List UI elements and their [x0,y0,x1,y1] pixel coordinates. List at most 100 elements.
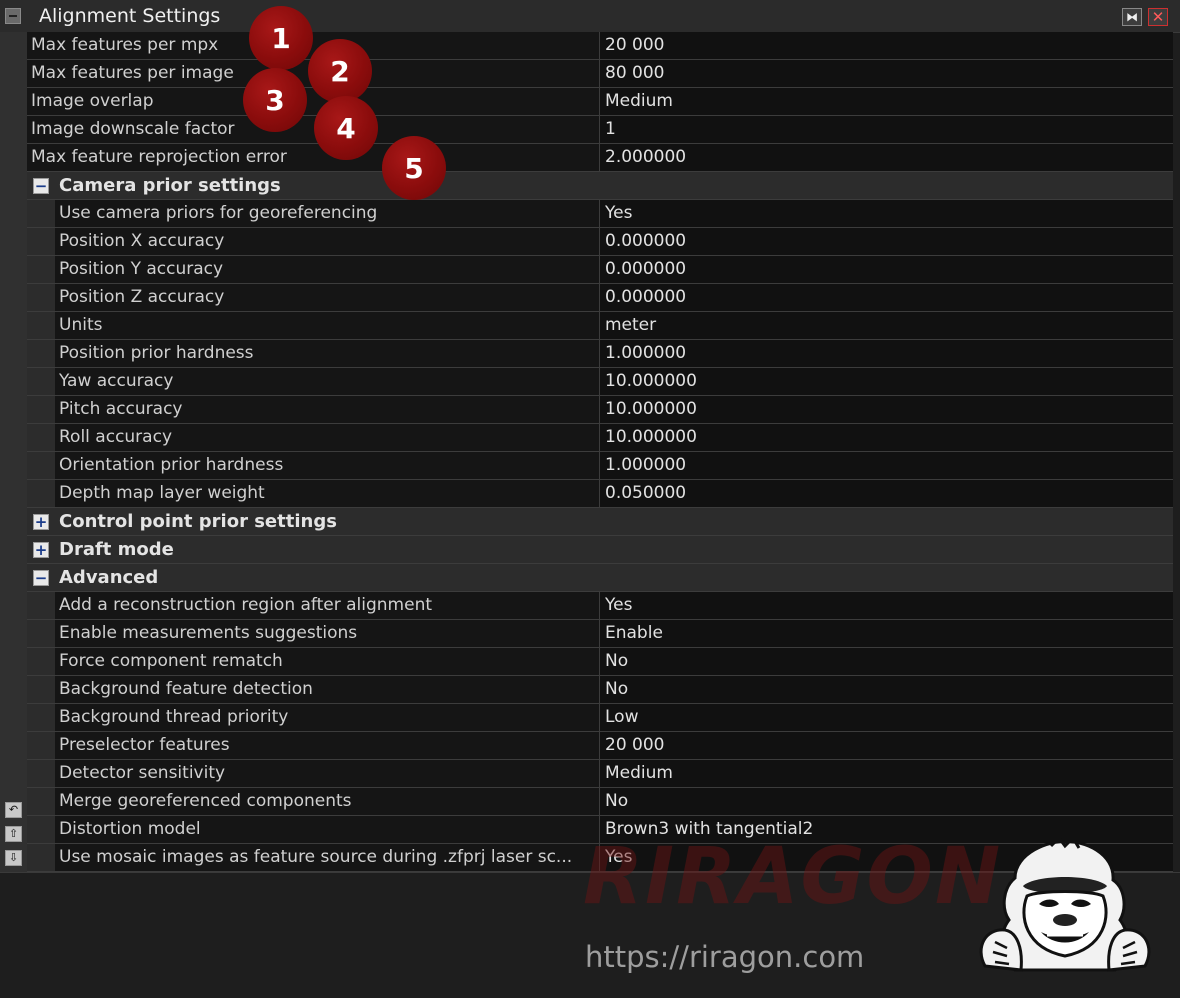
setting-value[interactable]: 1.000000 [599,340,1173,367]
setting-row[interactable]: Enable measurements suggestions Enable [27,620,1173,648]
setting-name: Orientation prior hardness [55,452,599,479]
setting-row[interactable]: Depth map layer weight 0.050000 [27,480,1173,508]
setting-row[interactable]: Roll accuracy 10.000000 [27,424,1173,452]
group-label: Control point prior settings [59,511,337,532]
move-up-icon[interactable]: ⇧ [5,826,22,842]
setting-name: Roll accuracy [55,424,599,451]
setting-row[interactable]: Position Y accuracy 0.000000 [27,256,1173,284]
annotation-badge-2: 2 [308,39,372,103]
setting-value[interactable]: 20 000 [599,32,1173,59]
setting-value[interactable]: 0.000000 [599,284,1173,311]
setting-name: Max feature reprojection error [27,144,599,171]
setting-value[interactable]: Medium [599,88,1173,115]
setting-name: Distortion model [55,816,599,843]
collapse-icon[interactable]: − [33,178,49,194]
setting-row[interactable]: Add a reconstruction region after alignm… [27,592,1173,620]
setting-value[interactable]: 10.000000 [599,368,1173,395]
setting-value[interactable]: 0.000000 [599,228,1173,255]
collapse-icon[interactable]: − [33,570,49,586]
setting-name: Units [55,312,599,339]
setting-name: Use mosaic images as feature source duri… [55,844,599,871]
setting-value[interactable]: Yes [599,200,1173,227]
pin-icon[interactable]: ⧓ [1122,8,1142,26]
setting-name: Position Y accuracy [55,256,599,283]
setting-row[interactable]: Background thread priority Low [27,704,1173,732]
setting-name: Image downscale factor [27,116,599,143]
setting-row[interactable]: Orientation prior hardness 1.000000 [27,452,1173,480]
group-camera-prior[interactable]: − Camera prior settings [27,172,1173,200]
group-label: Draft mode [59,539,174,560]
setting-name: Background feature detection [55,676,599,703]
setting-row[interactable]: Preselector features 20 000 [27,732,1173,760]
setting-name: Detector sensitivity [55,760,599,787]
group-control-point-prior[interactable]: + Control point prior settings [27,508,1173,536]
panel-collapse-button[interactable] [5,8,21,24]
panel-title: Alignment Settings [39,5,221,27]
setting-row[interactable]: Pitch accuracy 10.000000 [27,396,1173,424]
group-draft-mode[interactable]: + Draft mode [27,536,1173,564]
group-label: Camera prior settings [59,175,281,196]
setting-name: Position prior hardness [55,340,599,367]
expand-icon[interactable]: + [33,542,49,558]
setting-name: Image overlap [27,88,599,115]
setting-value[interactable]: meter [599,312,1173,339]
setting-value[interactable]: 80 000 [599,60,1173,87]
setting-name: Add a reconstruction region after alignm… [55,592,599,619]
annotation-badge-5: 5 [382,136,446,200]
side-toolbar: ↶ ⇧ ⇩ [0,32,27,872]
close-icon[interactable]: ✕ [1148,8,1168,26]
setting-row[interactable]: Yaw accuracy 10.000000 [27,368,1173,396]
setting-value[interactable]: 2.000000 [599,144,1173,171]
setting-name: Enable measurements suggestions [55,620,599,647]
setting-name: Yaw accuracy [55,368,599,395]
setting-row[interactable]: Units meter [27,312,1173,340]
setting-row[interactable]: Image downscale factor 1 [27,116,1173,144]
setting-row[interactable]: Force component rematch No [27,648,1173,676]
setting-row[interactable]: Position Z accuracy 0.000000 [27,284,1173,312]
setting-name: Use camera priors for georeferencing [55,200,599,227]
setting-value[interactable]: No [599,788,1173,815]
setting-name: Background thread priority [55,704,599,731]
setting-row[interactable]: Merge georeferenced components No [27,788,1173,816]
annotation-badge-4: 4 [314,96,378,160]
setting-name: Position X accuracy [55,228,599,255]
setting-value[interactable]: No [599,648,1173,675]
settings-grid: Max features per mpx 20 000 Max features… [27,32,1173,872]
setting-name: Position Z accuracy [55,284,599,311]
setting-row[interactable]: Detector sensitivity Medium [27,760,1173,788]
setting-row[interactable]: Max features per image 80 000 [27,60,1173,88]
move-down-icon[interactable]: ⇩ [5,850,22,866]
annotation-badge-3: 3 [243,68,307,132]
undo-icon[interactable]: ↶ [5,802,22,818]
setting-value[interactable]: 1 [599,116,1173,143]
setting-value[interactable]: Enable [599,620,1173,647]
setting-value[interactable]: Medium [599,760,1173,787]
setting-row[interactable]: Max features per mpx 20 000 [27,32,1173,60]
setting-row[interactable]: Position prior hardness 1.000000 [27,340,1173,368]
setting-row[interactable]: Position X accuracy 0.000000 [27,228,1173,256]
setting-value[interactable]: 10.000000 [599,424,1173,451]
setting-name: Force component rematch [55,648,599,675]
setting-value[interactable]: Yes [599,592,1173,619]
group-label: Advanced [59,567,159,588]
setting-name: Merge georeferenced components [55,788,599,815]
gorilla-mascot-icon [979,838,1151,972]
website-url: https://riragon.com [585,940,865,974]
group-advanced[interactable]: − Advanced [27,564,1173,592]
setting-value[interactable]: No [599,676,1173,703]
title-bar: Alignment Settings ⧓ ✕ [0,0,1180,33]
setting-value[interactable]: Low [599,704,1173,731]
setting-value[interactable]: 0.050000 [599,480,1173,507]
setting-row[interactable]: Max feature reprojection error 2.000000 [27,144,1173,172]
setting-name: Pitch accuracy [55,396,599,423]
setting-value[interactable]: 20 000 [599,732,1173,759]
setting-name: Depth map layer weight [55,480,599,507]
setting-value[interactable]: 10.000000 [599,396,1173,423]
watermark-logo-text: RIRAGON [583,832,1003,922]
setting-row[interactable]: Background feature detection No [27,676,1173,704]
expand-icon[interactable]: + [33,514,49,530]
setting-value[interactable]: 1.000000 [599,452,1173,479]
setting-row[interactable]: Use camera priors for georeferencing Yes [27,200,1173,228]
setting-row[interactable]: Image overlap Medium [27,88,1173,116]
setting-value[interactable]: 0.000000 [599,256,1173,283]
